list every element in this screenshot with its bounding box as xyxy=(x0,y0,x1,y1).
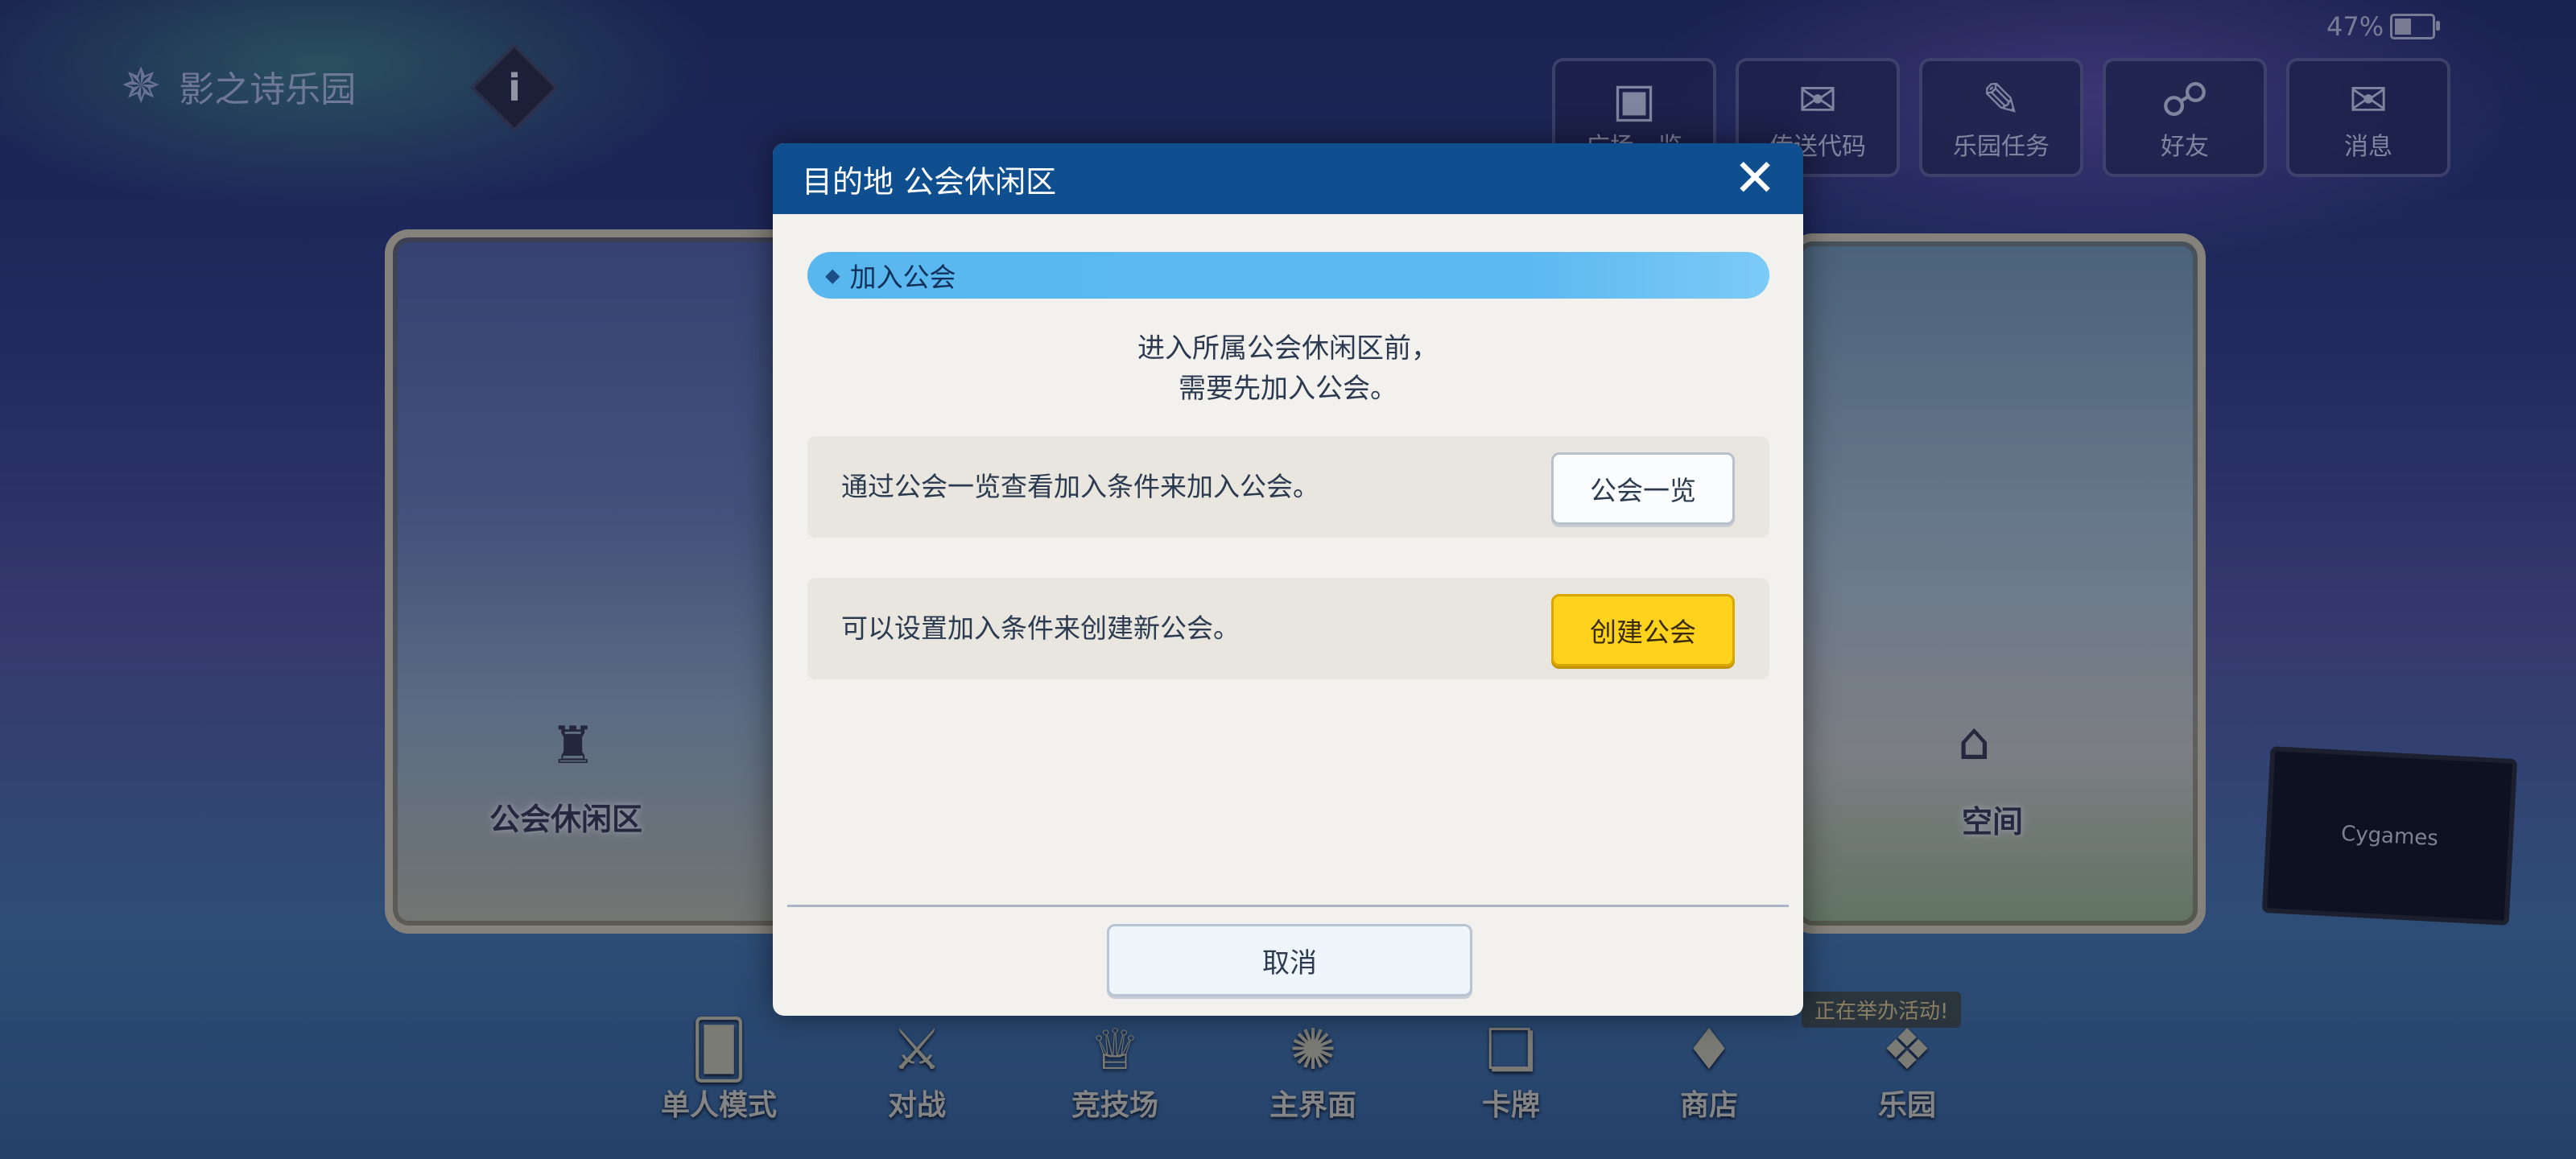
dialog-header: 目的地 公会休闲区 ✕ xyxy=(773,143,1803,214)
guild-list-button[interactable]: 公会一览 xyxy=(1551,452,1735,525)
dialog-title: 目的地 公会休闲区 xyxy=(802,163,1057,200)
intro-text: 进入所属公会休闲区前， 需要先加入公会。 xyxy=(1137,332,1439,405)
create-guild-button[interactable]: 创建公会 xyxy=(1551,594,1735,666)
create-option-row: 可以设置加入条件来创建新公会。 创建公会 xyxy=(807,578,1769,679)
cancel-button[interactable]: 取消 xyxy=(1107,924,1472,996)
create-option-text: 可以设置加入条件来创建新公会。 xyxy=(841,612,1240,644)
divider xyxy=(787,905,1789,907)
close-icon: ✕ xyxy=(1733,149,1777,208)
join-option-row: 通过公会一览查看加入条件来加入公会。 公会一览 xyxy=(807,436,1769,538)
section-header: ◆ 加入公会 xyxy=(807,252,1769,299)
diamond-icon: ◆ xyxy=(825,264,840,287)
join-option-text: 通过公会一览查看加入条件来加入公会。 xyxy=(841,471,1319,502)
section-title: 加入公会 xyxy=(849,262,956,293)
destination-dialog: 目的地 公会休闲区 ✕ ◆ 加入公会 进入所属公会休闲区前， 需要先加入公会。 … xyxy=(773,143,1803,1016)
close-button[interactable]: ✕ xyxy=(1729,149,1781,208)
